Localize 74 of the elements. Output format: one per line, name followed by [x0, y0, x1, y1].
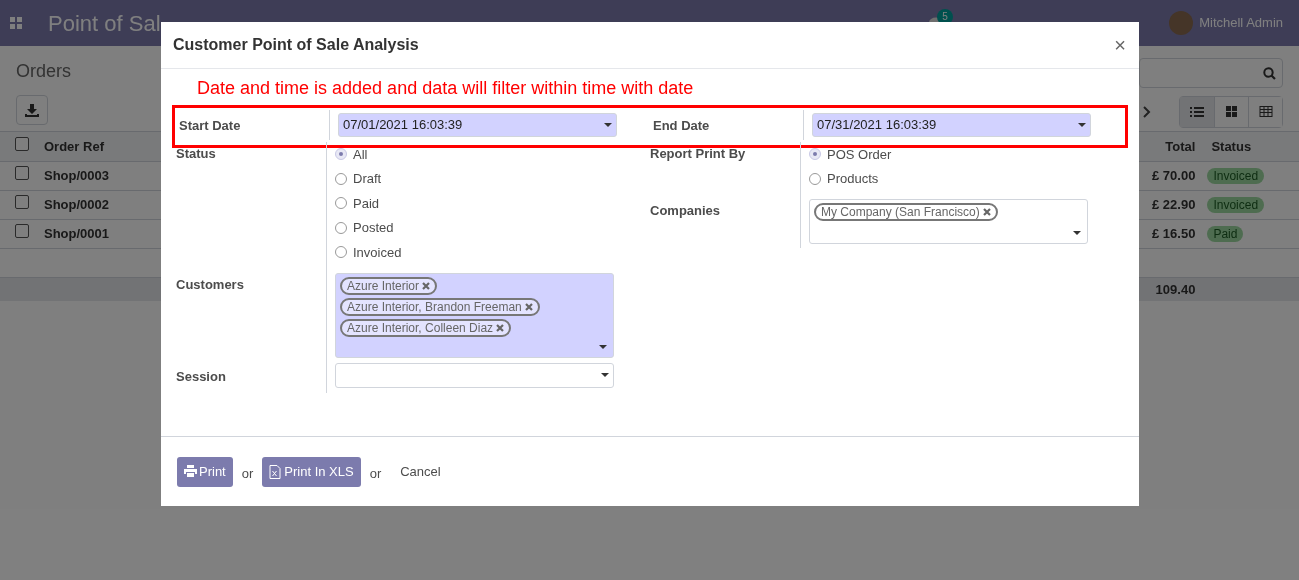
- radio-option[interactable]: Invoiced: [335, 240, 402, 265]
- pivot-view-button[interactable]: [1248, 97, 1282, 127]
- file-icon: [269, 464, 283, 479]
- tag: My Company (San Francisco): [814, 203, 998, 221]
- user-avatar: [1169, 11, 1194, 35]
- printer-icon: [184, 464, 197, 479]
- pivot-icon: [1258, 106, 1273, 118]
- table-cell: Shop/0002: [44, 196, 110, 212]
- radio-option[interactable]: Products: [809, 166, 892, 191]
- checkbox[interactable]: [15, 165, 29, 180]
- caret-icon: [1078, 123, 1086, 127]
- field-label: End Date: [653, 118, 710, 133]
- radio-option[interactable]: Paid: [335, 191, 402, 216]
- caret-icon: [599, 344, 607, 349]
- remove-icon: [982, 208, 991, 216]
- print-button[interactable]: Print: [177, 456, 233, 487]
- checkbox[interactable]: [15, 136, 29, 151]
- tags-field[interactable]: My Company (San Francisco): [809, 199, 1088, 244]
- checkbox[interactable]: [15, 194, 29, 209]
- dialog-title: Customer Point of Sale Analysis: [173, 35, 419, 55]
- field-label: Start Date: [179, 118, 241, 133]
- apps-icon: [10, 17, 22, 29]
- tags-field[interactable]: Azure Interior Azure Interior, Brandon Freeman Azure Interior, Colleen Diaz: [335, 272, 614, 358]
- view-switcher[interactable]: [1179, 96, 1283, 128]
- remove-icon: [524, 302, 533, 311]
- field-label: Companies: [650, 203, 721, 218]
- select-field[interactable]: [335, 362, 614, 388]
- remove-icon: [496, 323, 505, 332]
- search-icon: [1263, 66, 1276, 80]
- search-field[interactable]: [1139, 58, 1283, 88]
- field-label: Status: [176, 146, 216, 161]
- download-icon: [25, 103, 39, 117]
- list-view-button[interactable]: [1180, 97, 1214, 127]
- column-header[interactable]: Total: [1165, 138, 1196, 154]
- field-label: Report Print By: [650, 146, 746, 161]
- checkbox[interactable]: [15, 223, 29, 238]
- radio-option[interactable]: All: [335, 142, 402, 167]
- column-header[interactable]: Order Ref: [44, 138, 104, 154]
- status-badge: Invoiced: [1207, 196, 1265, 213]
- table-total: 109.40: [1155, 281, 1196, 297]
- field-label: Session: [176, 368, 226, 384]
- separator-text: or: [368, 464, 383, 483]
- status-badge: Paid: [1207, 225, 1244, 242]
- radio-option[interactable]: Draft: [335, 166, 402, 191]
- table-cell: £ 70.00: [1152, 167, 1196, 183]
- radio-option[interactable]: POS Order: [809, 142, 892, 167]
- status-badge: Invoiced: [1207, 167, 1265, 184]
- app-title: Point of Sal: [48, 9, 161, 38]
- chevron-right-icon: [1143, 106, 1151, 118]
- page-title: Orders: [16, 60, 71, 83]
- radio-option[interactable]: Posted: [335, 215, 402, 240]
- tag: Azure Interior: [340, 276, 438, 295]
- caret-icon: [1073, 231, 1081, 235]
- column-header[interactable]: Status: [1211, 138, 1252, 154]
- kanban-icon: [1224, 106, 1239, 118]
- annotation-note: Date and time is added and data will filter within time with date: [196, 76, 695, 100]
- print-xls-button[interactable]: Print In XLS: [262, 456, 361, 487]
- caret-icon: [604, 123, 612, 127]
- table-cell: Shop/0001: [44, 225, 110, 241]
- tag: Azure Interior, Brandon Freeman: [340, 297, 540, 316]
- field-label: Customers: [176, 276, 244, 292]
- table-cell: Shop/0003: [44, 167, 110, 183]
- cancel-button[interactable]: Cancel: [390, 461, 451, 482]
- separator-text: or: [240, 464, 255, 483]
- list-icon: [1190, 106, 1204, 118]
- tag: Azure Interior, Colleen Diaz: [340, 318, 512, 337]
- caret-icon: [601, 373, 609, 377]
- table-cell: £ 16.50: [1152, 225, 1196, 241]
- date-field[interactable]: 07/01/2021 16:03:39: [338, 113, 617, 137]
- close-button[interactable]: ×: [1114, 35, 1127, 55]
- date-field[interactable]: 07/31/2021 16:03:39: [812, 113, 1091, 137]
- download-button[interactable]: [16, 95, 48, 125]
- remove-icon: [422, 281, 431, 290]
- table-cell: £ 22.90: [1152, 196, 1196, 212]
